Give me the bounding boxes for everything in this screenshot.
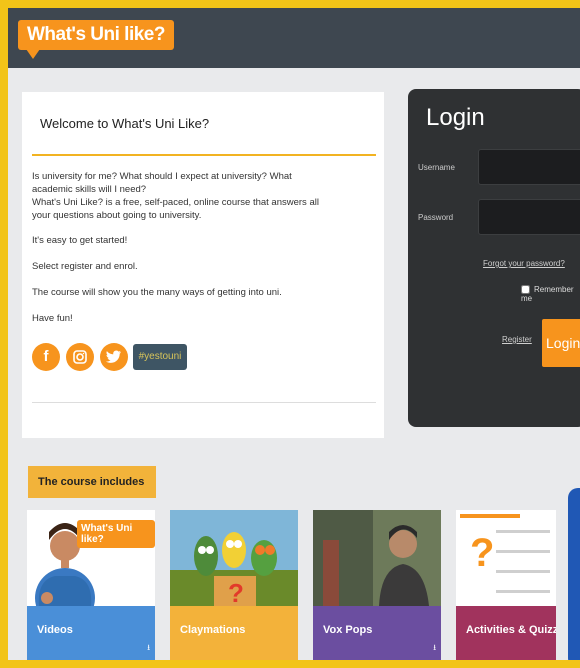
activities-thumbnail: ? — [456, 510, 556, 606]
tile-claymations[interactable]: ? Claymations — [170, 510, 298, 660]
login-panel: Login Username Password Forgot your pass… — [408, 89, 580, 427]
intro-paragraph-4: Select register and enrol. — [32, 261, 138, 272]
hashtag-button[interactable]: #yestouni — [133, 344, 187, 370]
twitter-icon[interactable] — [100, 343, 128, 371]
top-bar: What's Uni like? — [8, 8, 580, 68]
username-label: Username — [418, 163, 455, 172]
welcome-panel: Welcome to What's Uni Like? Is universit… — [22, 92, 384, 438]
claymations-label: Claymations — [170, 606, 298, 660]
svg-text:?: ? — [470, 531, 494, 575]
svg-text:?: ? — [228, 578, 244, 606]
vox-pops-thumbnail — [313, 510, 441, 606]
login-title: Login — [426, 104, 485, 131]
register-link[interactable]: Register — [502, 335, 532, 344]
vox-pops-label: Vox Pops — [313, 606, 441, 660]
activities-label: Activities & Quizzes — [456, 606, 556, 660]
page-frame: What's Uni like? Welcome to What's Uni L… — [8, 8, 580, 660]
intro-paragraph-6: Have fun! — [32, 313, 73, 324]
course-includes-heading: The course includes — [28, 466, 156, 498]
remember-me-checkbox[interactable] — [521, 285, 530, 295]
videos-badge: What's Uni like? — [77, 520, 155, 548]
forgot-password-link[interactable]: Forgot your password? — [483, 259, 565, 268]
intro-paragraph-5: The course will show you the many ways o… — [32, 287, 282, 298]
tile-videos[interactable]: What's Uni like? Videos ⭳ — [27, 510, 155, 660]
side-panel — [568, 488, 580, 660]
password-label: Password — [418, 213, 454, 222]
intro-paragraph-1: Is university for me? What should I expe… — [32, 171, 292, 195]
instagram-icon[interactable] — [66, 343, 94, 371]
site-logo[interactable]: What's Uni like? — [18, 20, 174, 59]
remember-me[interactable]: Remember me — [521, 285, 580, 303]
tile-activities-quizzes[interactable]: ? Activities & Quizzes — [456, 510, 556, 660]
download-icon: ⭳ — [433, 643, 436, 652]
intro-paragraph-3: It's easy to get started! — [32, 235, 128, 246]
tile-vox-pops[interactable]: Vox Pops ⭳ — [313, 510, 441, 660]
facebook-icon[interactable]: f — [32, 343, 60, 371]
welcome-title: Welcome to What's Uni Like? — [40, 116, 210, 131]
download-icon: ⭳ — [147, 643, 150, 652]
password-input[interactable] — [478, 199, 580, 235]
claymations-thumbnail: ? — [170, 510, 298, 606]
login-button[interactable]: Login — [542, 319, 580, 367]
bottom-divider — [32, 402, 376, 403]
username-input[interactable] — [478, 149, 580, 185]
videos-label: Videos — [27, 606, 155, 660]
title-divider — [32, 154, 376, 156]
intro-paragraph-2: What's Uni Like? is a free, self-paced, … — [32, 197, 319, 221]
